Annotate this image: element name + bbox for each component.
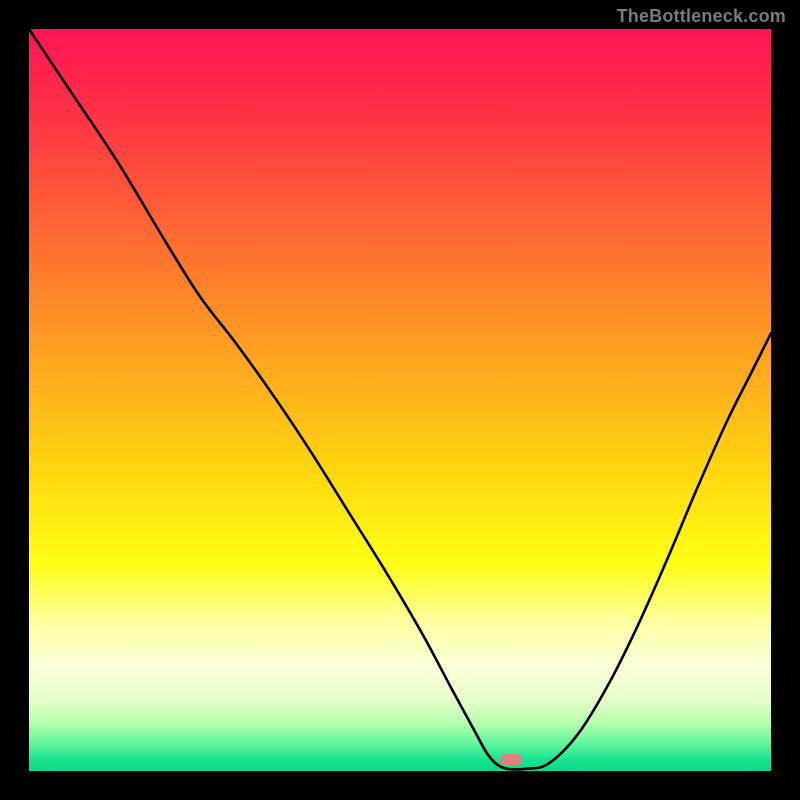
chart-stage: TheBottleneck.com [0, 0, 800, 800]
plot-svg [29, 29, 771, 771]
optimum-marker [500, 754, 522, 765]
gradient-background [29, 29, 771, 771]
plot-area [29, 29, 771, 771]
attribution-text: TheBottleneck.com [617, 6, 786, 27]
